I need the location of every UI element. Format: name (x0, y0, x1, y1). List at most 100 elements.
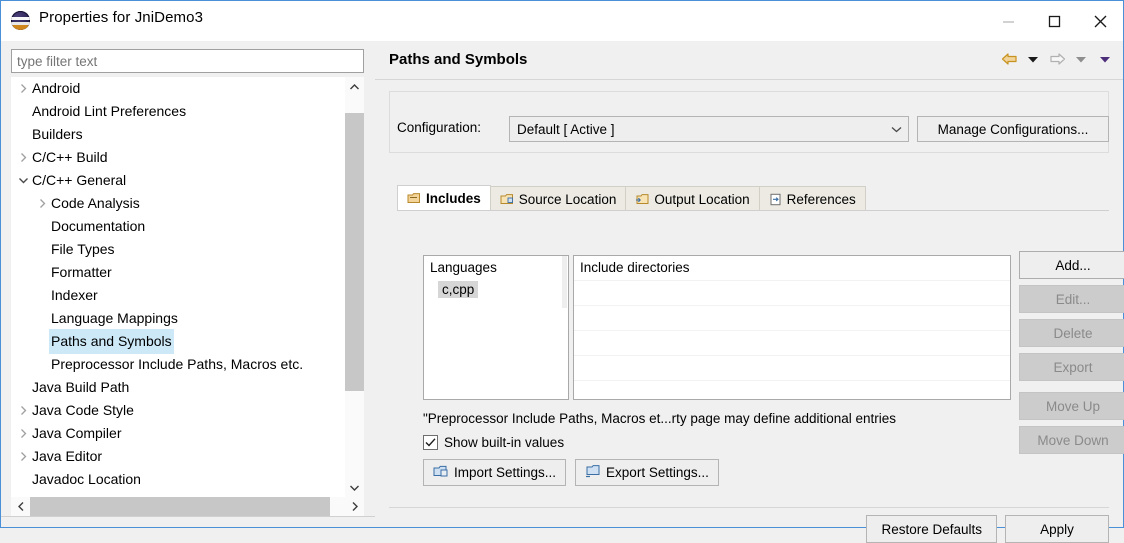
tree-item-preprocessor-include-paths-macros-etc[interactable]: Preprocessor Include Paths, Macros etc. (11, 353, 348, 376)
tree-item-language-mappings[interactable]: Language Mappings (11, 307, 348, 330)
include-directory-empty-row[interactable] (574, 305, 1010, 330)
add-button[interactable]: Add... (1019, 251, 1124, 279)
source-folder-icon (500, 193, 514, 206)
tree-item-java-compiler[interactable]: Java Compiler (11, 422, 348, 445)
search-input[interactable] (12, 50, 363, 72)
tab-references[interactable]: References (758, 186, 866, 211)
tree-vertical-scrollbar[interactable] (345, 77, 364, 497)
tree-item-label: Paths and Symbols (49, 329, 174, 354)
tab-label: Includes (426, 191, 481, 206)
checkbox-label: Show built-in values (444, 435, 565, 450)
chevron-down-icon[interactable] (17, 169, 30, 192)
close-button[interactable] (1077, 1, 1123, 41)
import-settings-icon (433, 464, 448, 481)
include-directory-empty-row[interactable] (574, 330, 1010, 355)
tree-item-java-editor[interactable]: Java Editor (11, 445, 348, 468)
scrollbar-thumb[interactable] (30, 497, 330, 516)
page-header: Paths and Symbols (375, 41, 1123, 79)
chevron-right-icon[interactable] (17, 77, 30, 100)
language-item-c-cpp[interactable]: c,cpp (438, 281, 479, 298)
chevron-right-icon[interactable] (17, 399, 30, 422)
tab-label: Source Location (518, 191, 617, 207)
languages-scrollbar[interactable] (561, 256, 568, 399)
minimize-button[interactable] (985, 1, 1031, 41)
export-button: Export (1019, 353, 1124, 381)
tree-item-label: C/C++ Build (32, 149, 108, 165)
scroll-up-arrow-icon[interactable] (345, 77, 364, 96)
scrollbar-thumb[interactable] (345, 113, 364, 391)
tree-item-paths-and-symbols[interactable]: Paths and Symbols (11, 329, 348, 354)
tree-horizontal-scrollbar[interactable] (11, 497, 364, 516)
scroll-down-arrow-icon[interactable] (345, 478, 364, 497)
checkbox-box[interactable] (423, 435, 438, 450)
restore-defaults-button[interactable]: Restore Defaults (866, 515, 997, 543)
tree-item-label: C/C++ General (32, 172, 127, 188)
right-panel: Paths and Symbols Configuration: Default… (375, 41, 1124, 543)
chevron-down-icon (884, 126, 908, 133)
maximize-button[interactable] (1031, 1, 1077, 41)
tree-item-documentation[interactable]: Documentation (11, 215, 348, 238)
chevron-right-icon[interactable] (17, 422, 30, 445)
footer-divider-line (389, 507, 1109, 508)
tree-item-indexer[interactable]: Indexer (11, 284, 348, 307)
languages-header: Languages (430, 260, 497, 275)
tab-output-location[interactable]: Output Location (625, 186, 760, 211)
dialog-footer-buttons: Restore Defaults Apply (866, 515, 1109, 543)
forward-arrow-icon[interactable] (1047, 49, 1067, 69)
settings-tree[interactable]: Android Android Lint Preferences Builders C… (11, 77, 364, 497)
tree-item-label: Java Editor (32, 448, 103, 464)
tab-source-location[interactable]: Source Location (489, 186, 627, 211)
tab-bar: Includes Source Location Output Location Re… (397, 185, 1109, 211)
tree-item-c-c-general[interactable]: C/C++ General (11, 169, 348, 192)
import-settings-button[interactable]: Import Settings... (423, 459, 567, 486)
scroll-left-arrow-icon[interactable] (11, 497, 30, 516)
scroll-right-arrow-icon[interactable] (345, 497, 364, 516)
include-directory-empty-row[interactable] (574, 380, 1010, 399)
title-bar: Properties for JniDemo3 (1, 1, 1123, 41)
tree-item-file-types[interactable]: File Types (11, 238, 348, 261)
tree-item-label: Javadoc Location (32, 471, 141, 487)
show-builtin-values-checkbox[interactable]: Show built-in values (423, 435, 564, 450)
header-divider (375, 79, 1123, 80)
apply-button[interactable]: Apply (1005, 515, 1109, 543)
include-directory-empty-row[interactable] (574, 355, 1010, 380)
tree-item-c-c-build[interactable]: C/C++ Build (11, 146, 348, 169)
settings-io-buttons: Import Settings... Export Settings... (423, 459, 719, 486)
chevron-right-icon[interactable] (17, 146, 30, 169)
tree-item-formatter[interactable]: Formatter (11, 261, 348, 284)
tree-item-label: Android Lint Preferences (32, 103, 187, 119)
configuration-select[interactable]: Default [ Active ] (509, 116, 909, 142)
tree-item-java-code-style[interactable]: Java Code Style (11, 399, 348, 422)
chevron-right-icon[interactable] (36, 192, 49, 215)
manage-configurations-button[interactable]: Manage Configurations... (917, 116, 1109, 142)
references-file-icon (769, 193, 782, 206)
more-chevron-down-icon[interactable] (1095, 49, 1115, 69)
move-down-button: Move Down (1019, 426, 1124, 454)
languages-list[interactable]: Languages c,cpp (423, 255, 569, 400)
forward-menu-chevron-down-icon[interactable] (1071, 49, 1091, 69)
tab-includes[interactable]: Includes (397, 185, 491, 211)
include-directories-list[interactable]: Include directories (573, 255, 1011, 400)
tree-item-java-build-path[interactable]: Java Build Path (11, 376, 348, 399)
tree-item-label: Java Compiler (32, 425, 122, 441)
tree-item-android[interactable]: Android (11, 77, 348, 100)
back-menu-chevron-down-icon[interactable] (1023, 49, 1043, 69)
tree-item-code-analysis[interactable]: Code Analysis (11, 192, 348, 215)
tree-item-android-lint-preferences[interactable]: Android Lint Preferences (11, 100, 348, 123)
export-settings-button[interactable]: Export Settings... (575, 459, 719, 486)
include-directory-empty-row[interactable] (574, 280, 1010, 305)
tree-item-builders[interactable]: Builders (11, 123, 348, 146)
tree-item-label: File Types (51, 241, 115, 257)
filter-field[interactable] (11, 49, 364, 73)
chevron-right-icon[interactable] (17, 445, 30, 468)
back-arrow-icon[interactable] (999, 49, 1019, 69)
page-nav-icons (999, 49, 1115, 69)
list-action-buttons: Add... Edit... Delete Export Move Up Move Dow… (1019, 251, 1124, 460)
tree-item-javadoc-location[interactable]: Javadoc Location (11, 468, 348, 491)
